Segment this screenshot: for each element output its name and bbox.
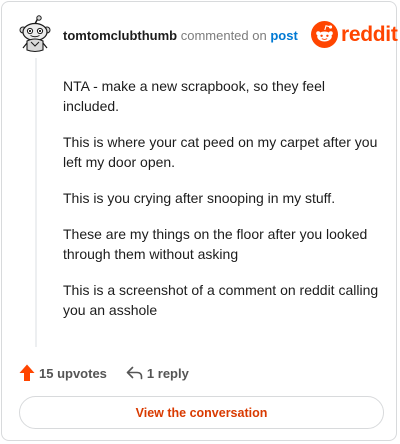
reddit-snoo-icon <box>311 21 338 48</box>
view-conversation-button[interactable]: View the conversation <box>19 396 384 429</box>
reply-arrow-icon <box>126 366 143 380</box>
comment-header: tomtomclubthumb commented on post <box>63 28 298 44</box>
thread-line[interactable] <box>35 58 37 347</box>
comment-paragraph: These are my things on the floor after y… <box>63 226 368 262</box>
username[interactable]: tomtomclubthumb <box>63 28 177 43</box>
upvote-button[interactable]: 15 upvotes <box>19 364 107 382</box>
comment-body: NTA - make a new scrapbook, so they feel… <box>63 76 383 336</box>
reply-count: 1 reply <box>146 365 189 381</box>
upvote-arrow-icon <box>19 364 35 381</box>
reply-button[interactable]: 1 reply <box>126 366 189 381</box>
comment-paragraph: This is you crying after snooping in my … <box>63 190 336 206</box>
post-link[interactable]: post <box>270 28 297 43</box>
reddit-logo[interactable]: reddit <box>311 21 398 48</box>
action-text: commented on <box>180 28 267 43</box>
reddit-wordmark: reddit <box>341 22 398 46</box>
comment-card: tomtomclubthumb commented on post reddit… <box>1 1 398 441</box>
comment-actions: 15 upvotes 1 reply <box>19 362 189 384</box>
comment-paragraph: NTA - make a new scrapbook, so they feel… <box>63 78 325 114</box>
snoo-avatar-icon <box>19 15 51 53</box>
avatar[interactable] <box>19 15 51 53</box>
comment-paragraph: This is where your cat peed on my carpet… <box>63 134 378 170</box>
upvote-count: 15 upvotes <box>39 365 107 381</box>
comment-paragraph: This is a screenshot of a comment on red… <box>63 282 379 318</box>
